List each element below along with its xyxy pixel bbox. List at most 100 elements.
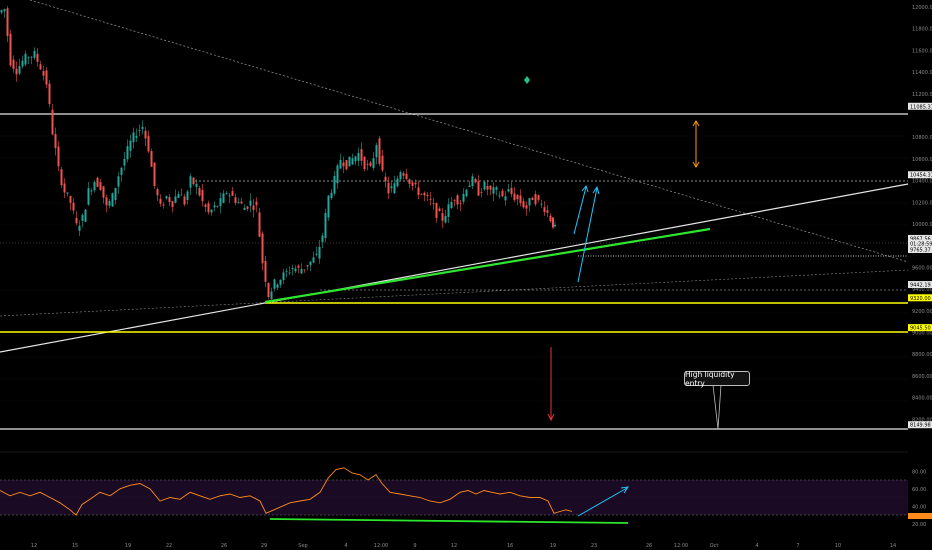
candle-body bbox=[303, 269, 306, 271]
candle-body bbox=[144, 130, 147, 139]
candle-body bbox=[252, 205, 255, 210]
candle-body bbox=[90, 190, 93, 192]
candle-body bbox=[258, 212, 261, 237]
candle-body bbox=[480, 192, 483, 194]
candle-body bbox=[318, 246, 321, 259]
candle-body bbox=[498, 195, 501, 197]
candle-body bbox=[3, 9, 6, 12]
candle-body bbox=[471, 176, 474, 186]
candle-body bbox=[123, 158, 126, 166]
candle-body bbox=[84, 209, 87, 222]
candle-body bbox=[291, 268, 294, 269]
candle-body bbox=[279, 279, 282, 285]
candle-body bbox=[210, 209, 213, 213]
candle-body bbox=[342, 162, 345, 167]
candle-body bbox=[435, 203, 438, 218]
candle-body bbox=[444, 215, 447, 223]
candle-body bbox=[96, 177, 99, 187]
candle-body bbox=[297, 265, 300, 268]
candle-body bbox=[516, 194, 519, 200]
price-tag-text: 8149.98 bbox=[910, 423, 931, 429]
candle-body bbox=[48, 83, 51, 105]
price-tag-text: 9045.50 bbox=[910, 326, 931, 332]
candle-body bbox=[333, 175, 336, 194]
candle-body bbox=[114, 187, 117, 200]
candle-body bbox=[534, 194, 537, 205]
candle-body bbox=[504, 196, 507, 201]
time-tick-label: 15 bbox=[72, 543, 78, 549]
time-tick-label: 10 bbox=[835, 543, 841, 549]
candle-body bbox=[522, 201, 525, 208]
candle-body bbox=[243, 207, 246, 210]
candle-body bbox=[447, 204, 450, 217]
price-tick-label: 10000.00 bbox=[912, 222, 932, 228]
candle-body bbox=[495, 187, 498, 190]
price-tick-label: 12000.00 bbox=[912, 5, 932, 11]
candle-body bbox=[183, 196, 186, 205]
time-tick-label: 22 bbox=[166, 543, 172, 549]
candle-body bbox=[111, 193, 114, 207]
candle-body bbox=[288, 272, 291, 274]
candle-body bbox=[330, 192, 333, 199]
price-tick-label: 10800.00 bbox=[912, 135, 932, 141]
candle-body bbox=[474, 179, 477, 183]
candle-body bbox=[462, 194, 465, 202]
time-tick-label: 23 bbox=[591, 543, 597, 549]
candle-body bbox=[15, 68, 18, 75]
candle-body bbox=[192, 177, 195, 185]
candle-body bbox=[174, 196, 177, 203]
candle-body bbox=[63, 183, 66, 193]
candle-body bbox=[327, 195, 330, 218]
price-tag-text: 10454.31 bbox=[910, 173, 932, 179]
candle-body bbox=[543, 207, 546, 213]
rsi-tick-label: 20.00 bbox=[912, 522, 926, 528]
time-tick-label: 29 bbox=[261, 543, 267, 549]
candle-body bbox=[459, 203, 462, 205]
candle-body bbox=[255, 201, 258, 206]
candle-body bbox=[468, 185, 471, 188]
candle-body bbox=[216, 206, 219, 207]
candle-body bbox=[510, 187, 513, 195]
candle-body bbox=[51, 109, 54, 135]
candle-body bbox=[519, 195, 522, 204]
candle-body bbox=[360, 149, 363, 161]
candle-body bbox=[30, 56, 33, 58]
candle-body bbox=[456, 195, 459, 205]
candle-body bbox=[186, 191, 189, 201]
candle-body bbox=[150, 150, 153, 167]
candle-body bbox=[45, 70, 48, 85]
candle-body bbox=[375, 145, 378, 158]
candle-body bbox=[309, 261, 312, 266]
candle-body bbox=[345, 160, 348, 170]
candle-body bbox=[66, 192, 69, 194]
candle-body bbox=[554, 224, 556, 227]
time-tick-label: 12 bbox=[31, 543, 37, 549]
candle-body bbox=[531, 197, 534, 201]
candle-body bbox=[159, 198, 162, 204]
candle-body bbox=[351, 158, 354, 165]
candle-body bbox=[93, 182, 96, 191]
candle-body bbox=[33, 50, 36, 58]
price-chart[interactable]: 12000.00 11800.00 11600.00 11400.00 11200.00… bbox=[0, 0, 932, 550]
candle-body bbox=[492, 187, 495, 194]
rsi-value-tag bbox=[908, 513, 932, 519]
candle-body bbox=[453, 200, 456, 201]
candle-body bbox=[195, 183, 198, 187]
candle-body bbox=[264, 261, 267, 282]
candle-body bbox=[339, 159, 342, 169]
candle-body bbox=[306, 265, 309, 267]
candle-body bbox=[294, 268, 297, 272]
candle-body bbox=[387, 182, 390, 194]
candle-body bbox=[507, 189, 510, 192]
candle-body bbox=[87, 188, 90, 205]
candle-body bbox=[483, 181, 486, 190]
time-tick-label: 4 bbox=[755, 543, 758, 549]
candle-body bbox=[417, 187, 420, 195]
candle-body bbox=[432, 203, 435, 205]
candle-body bbox=[414, 182, 417, 185]
candle-body bbox=[189, 176, 192, 188]
candle-body bbox=[273, 279, 276, 289]
candle-body bbox=[108, 200, 111, 206]
candle-body bbox=[162, 204, 165, 206]
candle-body bbox=[165, 196, 168, 199]
